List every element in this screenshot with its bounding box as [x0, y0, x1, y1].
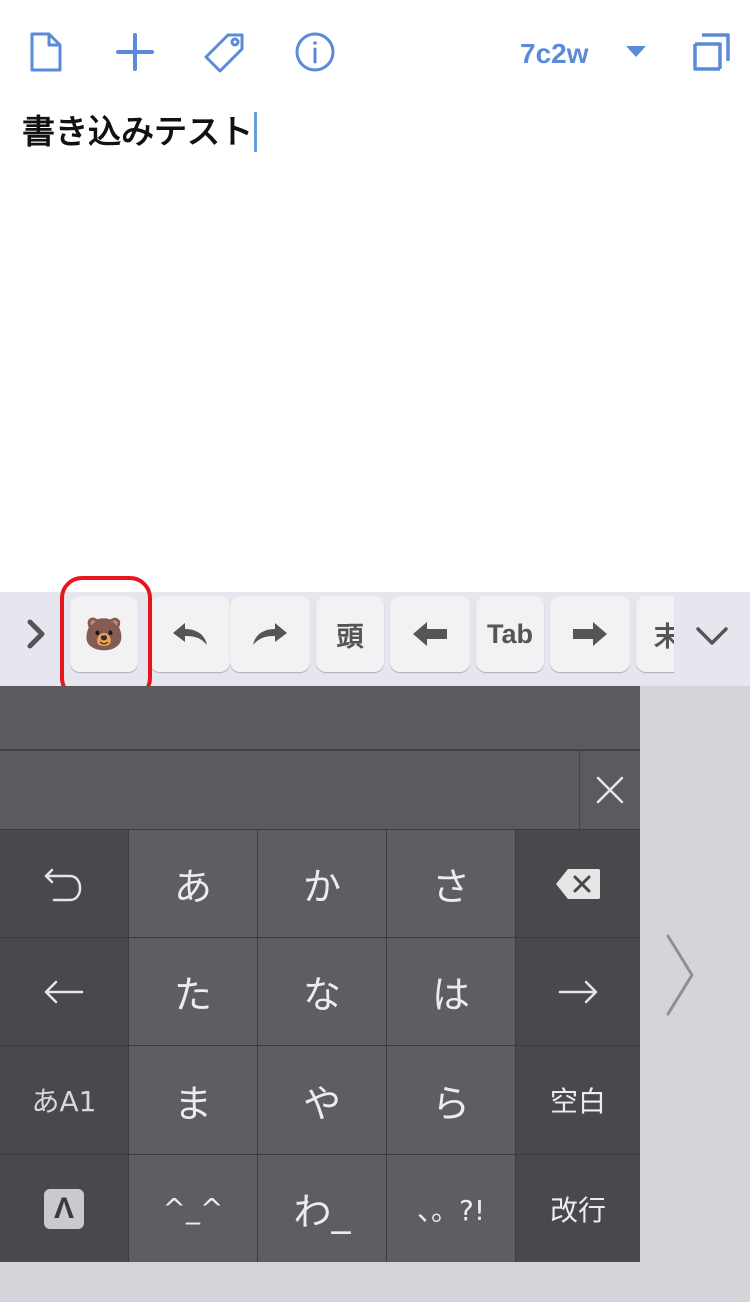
arrow-left-key[interactable] [390, 596, 470, 672]
kana-key-ra[interactable]: ら [387, 1046, 515, 1154]
kana-key-sa[interactable]: さ [387, 830, 515, 937]
backspace-key[interactable] [516, 830, 640, 937]
redo-key[interactable] [230, 596, 310, 672]
kana-key-ya[interactable]: や [258, 1046, 386, 1154]
info-icon[interactable] [293, 30, 337, 74]
kaomoji-key[interactable]: ^_^ [129, 1155, 257, 1262]
chevron-right-icon[interactable] [18, 616, 54, 652]
new-document-icon[interactable] [24, 30, 68, 74]
top-toolbar: 7c2w [0, 0, 750, 100]
tag-icon[interactable] [203, 30, 247, 74]
undo-key[interactable] [150, 596, 230, 672]
text-cursor [254, 112, 257, 152]
kana-key-ma[interactable]: ま [129, 1046, 257, 1154]
undo-kana-icon [44, 868, 82, 901]
accessory-keys-scroller[interactable]: 🐻 頭 Tab 末 [62, 592, 674, 686]
kana-key-ka[interactable]: か [258, 830, 386, 937]
arrow-left-icon [413, 622, 447, 646]
kana-key-a[interactable]: あ [129, 830, 257, 937]
arrow-right-icon [558, 980, 598, 1003]
cursor-left-key[interactable] [0, 938, 128, 1045]
close-icon[interactable] [579, 751, 640, 829]
input-mode-key[interactable]: あA1 [0, 1046, 128, 1154]
backspace-icon [556, 868, 600, 899]
line-end-key[interactable]: 末 [636, 596, 674, 672]
undo-icon [173, 623, 207, 645]
caret-down-icon[interactable] [624, 40, 648, 64]
next-keyboard-key[interactable]: Λ [0, 1155, 128, 1262]
punctuation-key[interactable]: 、。?! [387, 1155, 515, 1262]
cursor-right-key[interactable] [516, 938, 640, 1045]
chevron-right-icon[interactable] [660, 930, 700, 1020]
chevron-down-icon[interactable] [694, 618, 730, 654]
tab-key[interactable]: Tab [476, 596, 544, 672]
candidate-bar[interactable] [0, 686, 640, 750]
plus-icon[interactable] [113, 30, 157, 74]
kana-key-na[interactable]: な [258, 938, 386, 1045]
kana-key-ha[interactable]: は [387, 938, 515, 1045]
arrow-right-icon [573, 622, 607, 646]
editor-text: 書き込みテスト [22, 112, 253, 151]
space-key[interactable]: 空白 [516, 1046, 640, 1154]
window-icon[interactable] [690, 30, 734, 74]
candidate-bar-secondary[interactable] [0, 751, 640, 829]
undo-kana-key[interactable] [0, 830, 128, 937]
redo-icon [253, 623, 287, 645]
highlight-annotation [60, 576, 152, 700]
line-head-key[interactable]: 頭 [316, 596, 384, 672]
arrow-right-key[interactable] [550, 596, 630, 672]
document-id-selector[interactable]: 7c2w [520, 34, 589, 74]
kana-key-wa[interactable]: わ_ [258, 1155, 386, 1262]
kana-key-ta[interactable]: た [129, 938, 257, 1045]
text-editor[interactable]: 書き込みテスト [0, 100, 750, 592]
arrow-left-icon [44, 980, 84, 1003]
return-key[interactable]: 改行 [516, 1155, 640, 1262]
keyboard-app-icon: Λ [44, 1188, 84, 1229]
